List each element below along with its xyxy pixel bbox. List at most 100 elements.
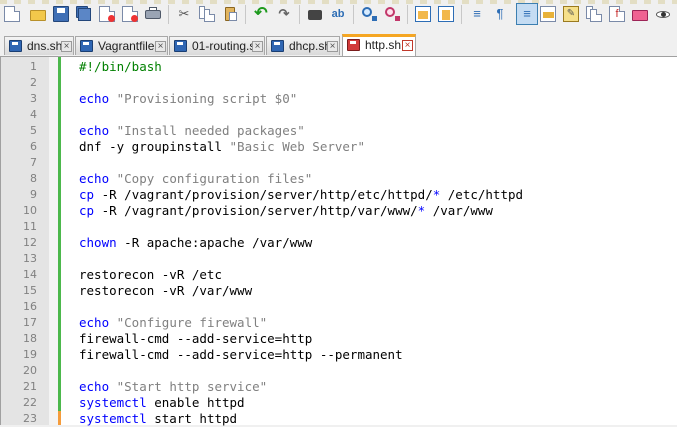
monitoring-icon[interactable] <box>632 6 648 22</box>
code-line[interactable]: systemctl enable httpd <box>79 395 245 411</box>
tab-01-routing-sh[interactable]: 01-routing.sh × <box>169 36 265 55</box>
tab-label: dns.sh <box>27 39 63 53</box>
indent-guide-icon[interactable]: ≡ <box>516 3 538 25</box>
word-wrap-icon[interactable]: ≡ <box>469 6 485 22</box>
user-language-icon[interactable] <box>540 6 556 22</box>
sync-horizontal-icon[interactable] <box>438 6 454 22</box>
open-folder-icon[interactable] <box>30 6 46 22</box>
tab-close-icon[interactable]: × <box>402 40 413 51</box>
close-icon[interactable] <box>99 6 115 22</box>
eye-icon[interactable] <box>655 6 671 22</box>
code-token: restorecon -vR /etc <box>79 267 222 282</box>
cut-icon[interactable]: ✂ <box>176 6 192 22</box>
tab-label: http.sh <box>365 38 402 52</box>
line-number: 13 <box>23 252 37 265</box>
tab-label: Vagrantfile <box>98 39 155 53</box>
saved-file-icon <box>174 40 187 52</box>
tab-close-icon[interactable]: × <box>327 41 338 52</box>
code-token: /etc/httpd <box>440 187 524 202</box>
code-line[interactable]: echo "Start http service" <box>79 379 267 395</box>
save-all-icon[interactable] <box>76 6 92 22</box>
code-token: start httpd <box>146 411 238 426</box>
tab-vagrantfile[interactable]: Vagrantfile × <box>75 36 168 55</box>
code-token: echo <box>79 315 110 330</box>
tab-dhcp-sh[interactable]: dhcp.sh × <box>266 36 340 55</box>
code-line[interactable]: cp -R /vagrant/provision/server/http/var… <box>79 203 493 219</box>
saved-file-icon <box>9 40 22 52</box>
save-icon[interactable] <box>53 6 69 22</box>
function-list-icon[interactable] <box>586 6 602 22</box>
code-line[interactable]: echo "Configure firewall" <box>79 315 267 331</box>
toolbar-separator <box>168 5 169 24</box>
code-token: echo <box>79 379 110 394</box>
code-token: /var/www <box>425 203 493 218</box>
code-line[interactable]: #!/bin/bash <box>79 59 162 75</box>
code-line[interactable]: chown -R apache:apache /var/www <box>79 235 312 251</box>
toolbar-separator <box>407 5 408 24</box>
document-tab-bar: dns.sh × Vagrantfile × 01-routing.sh × d… <box>0 34 677 57</box>
code-line[interactable]: restorecon -vR /etc <box>79 267 222 283</box>
code-token: firewall-cmd --add-service=http --perman… <box>79 347 403 362</box>
redo-icon[interactable]: ↷ <box>276 6 292 22</box>
line-number: 4 <box>30 108 37 121</box>
code-token: dnf -y groupinstall <box>79 139 230 154</box>
paste-icon[interactable] <box>222 6 238 22</box>
code-line[interactable]: firewall-cmd --add-service=http --perman… <box>79 347 403 363</box>
code-editor[interactable]: 1 #!/bin/bash 2 3 echo "Provisioning script … <box>0 57 677 426</box>
code-token: echo <box>79 123 110 138</box>
code-line[interactable]: restorecon -vR /var/www <box>79 283 252 299</box>
folder-as-workspace-icon[interactable]: f <box>609 6 625 22</box>
line-number: 17 <box>23 316 37 329</box>
zoom-in-icon[interactable] <box>361 6 377 22</box>
tab-close-icon[interactable]: × <box>155 41 166 52</box>
line-number: 15 <box>23 284 37 297</box>
unsaved-file-icon <box>347 39 360 51</box>
line-number: 12 <box>23 236 37 249</box>
zoom-out-icon[interactable] <box>384 6 400 22</box>
print-icon[interactable] <box>145 6 161 22</box>
tab-close-icon[interactable]: × <box>61 41 72 52</box>
sync-vertical-icon[interactable] <box>415 6 431 22</box>
code-token: "Start http service" <box>109 379 268 394</box>
code-token: "Install needed packages" <box>109 123 305 138</box>
code-token: "Copy configuration files" <box>109 171 313 186</box>
fold-margin[interactable] <box>49 57 58 425</box>
document-map-icon[interactable]: ✎ <box>563 6 579 22</box>
line-number: 5 <box>30 124 37 137</box>
line-number: 19 <box>23 348 37 361</box>
code-line[interactable]: firewall-cmd --add-service=http <box>79 331 312 347</box>
line-number: 11 <box>23 220 37 233</box>
tab-close-icon[interactable]: × <box>252 41 263 52</box>
saved-file-icon <box>271 40 284 52</box>
code-token: cp <box>79 203 95 218</box>
close-all-icon[interactable] <box>122 6 138 22</box>
tab-http-sh[interactable]: http.sh × <box>342 34 416 56</box>
toolbar: ✂ ↶ ↷ ab ≡ ¶ ≡ ✎ f <box>0 0 677 34</box>
line-number: 8 <box>30 172 37 185</box>
find-icon[interactable] <box>307 6 323 22</box>
toolbar-separator <box>353 5 354 24</box>
code-line[interactable]: echo "Copy configuration files" <box>79 171 312 187</box>
code-line[interactable]: dnf -y groupinstall "Basic Web Server" <box>79 139 365 155</box>
code-token: -R /vagrant/provision/server/http/etc/ht… <box>94 187 433 202</box>
line-number: 9 <box>30 188 37 201</box>
code-token: #!/bin/bash <box>79 59 162 74</box>
code-line[interactable]: echo "Install needed packages" <box>79 123 305 139</box>
line-number: 21 <box>23 380 37 393</box>
code-token: cp <box>79 187 95 202</box>
undo-icon[interactable]: ↶ <box>253 6 269 22</box>
toolbar-separator <box>461 5 462 24</box>
code-token: echo <box>79 91 110 106</box>
code-line[interactable]: echo "Provisioning script $0" <box>79 91 297 107</box>
code-token: enable httpd <box>146 395 245 410</box>
line-number: 10 <box>23 204 37 217</box>
show-all-characters-icon[interactable]: ¶ <box>492 6 508 22</box>
tab-dns-sh[interactable]: dns.sh × <box>4 36 74 55</box>
code-token: systemctl <box>79 411 147 426</box>
toolbar-separator <box>245 5 246 24</box>
new-file-icon[interactable] <box>4 6 20 22</box>
replace-icon[interactable]: ab <box>330 6 346 22</box>
line-number: 2 <box>30 76 37 89</box>
code-line[interactable]: cp -R /vagrant/provision/server/http/etc… <box>79 187 523 203</box>
copy-icon[interactable] <box>199 6 215 22</box>
